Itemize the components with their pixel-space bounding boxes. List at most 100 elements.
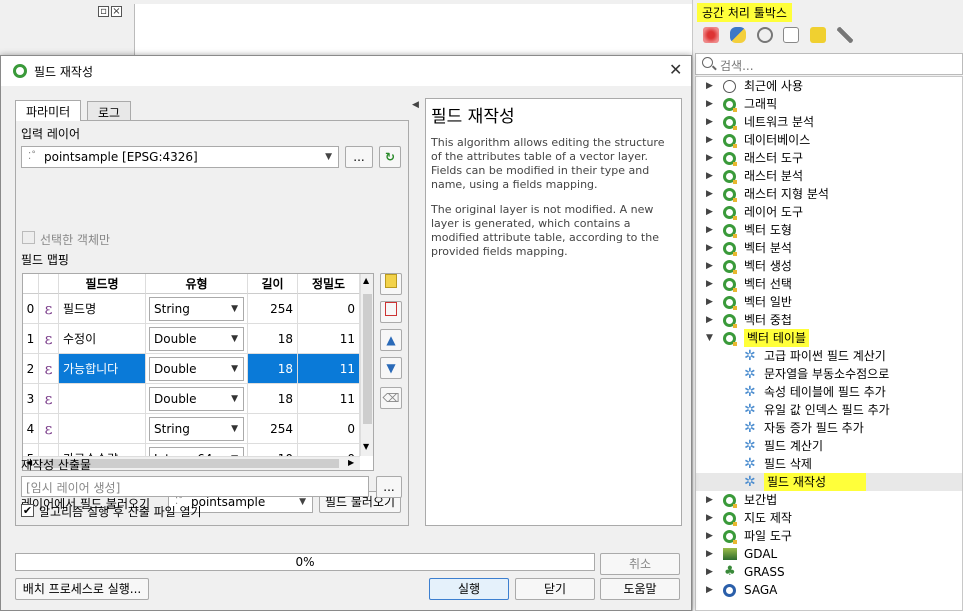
- reset-icon[interactable]: ⌫: [380, 387, 402, 409]
- field-type-combo[interactable]: String ▼: [149, 417, 244, 441]
- table-header[interactable]: 필드명: [59, 274, 146, 294]
- tree-algorithm[interactable]: ✲ 필드 삭제: [696, 455, 962, 473]
- field-type-combo[interactable]: String ▼: [149, 297, 244, 321]
- table-cell-type[interactable]: Double ▼: [146, 354, 248, 384]
- tree-algorithm[interactable]: ✲ 필드 계산기: [696, 437, 962, 455]
- table-cell-name[interactable]: [59, 414, 146, 444]
- tree-group[interactable]: ▶ 래스터 분석: [696, 167, 962, 185]
- table-cell-idx[interactable]: 2: [23, 354, 39, 384]
- table-cell-idx[interactable]: 3: [23, 384, 39, 414]
- table-cell-type[interactable]: Double ▼: [146, 384, 248, 414]
- tree-group[interactable]: ▶ 벡터 생성: [696, 257, 962, 275]
- table-header[interactable]: 정밀도: [298, 274, 360, 294]
- table-cell-expr[interactable]: ε: [39, 324, 59, 354]
- tree-algorithm[interactable]: ✲ 문자열을 부동소수점으로: [696, 365, 962, 383]
- tree-group[interactable]: ▶ 보간법: [696, 491, 962, 509]
- tree-group[interactable]: ▶ 벡터 중첩: [696, 311, 962, 329]
- close-button[interactable]: 닫기: [515, 578, 595, 600]
- models-icon[interactable]: [703, 27, 719, 43]
- table-cell-len[interactable]: 18: [248, 384, 298, 414]
- toolbox-search-input[interactable]: 검색...: [695, 53, 963, 75]
- tree-group[interactable]: ▶ 래스터 도구: [696, 149, 962, 167]
- tree-group-expanded[interactable]: ▼ 벡터 테이블: [696, 329, 962, 347]
- table-cell-type[interactable]: String ▼: [146, 294, 248, 324]
- table-cell-prec[interactable]: 11: [298, 354, 360, 384]
- output-browse-button[interactable]: ...: [376, 476, 402, 498]
- tree-group[interactable]: ▶ 레이어 도구: [696, 203, 962, 221]
- table-cell-expr[interactable]: ε: [39, 294, 59, 324]
- table-cell-type[interactable]: String ▼: [146, 414, 248, 444]
- results-icon[interactable]: [783, 27, 800, 43]
- table-cell-idx[interactable]: 4: [23, 414, 39, 444]
- tree-group[interactable]: ▶ 벡터 도형: [696, 221, 962, 239]
- table-cell-len[interactable]: 18: [248, 324, 298, 354]
- field-type-combo[interactable]: Double ▼: [149, 387, 244, 411]
- open-after-checkbox[interactable]: ✔: [21, 504, 34, 517]
- table-cell-idx[interactable]: 0: [23, 294, 39, 324]
- table-cell-idx[interactable]: 1: [23, 324, 39, 354]
- edit-features-icon[interactable]: [810, 27, 827, 43]
- table-cell-len[interactable]: 254: [248, 294, 298, 324]
- tree-group[interactable]: ▶ 벡터 선택: [696, 275, 962, 293]
- tree-group[interactable]: ▶ 지도 제작: [696, 509, 962, 527]
- table-cell-prec[interactable]: 0: [298, 294, 360, 324]
- tab-parameters[interactable]: 파라미터: [15, 100, 82, 121]
- input-layer-browse-button[interactable]: ...: [345, 146, 373, 168]
- table-cell-name[interactable]: 가능합니다: [59, 354, 146, 384]
- tree-group[interactable]: ▶ 벡터 분석: [696, 239, 962, 257]
- tree-group[interactable]: ▶ 파일 도구: [696, 527, 962, 545]
- table-header[interactable]: 유형: [146, 274, 248, 294]
- cancel-button[interactable]: 취소: [600, 553, 680, 575]
- tree-group[interactable]: ▶ 래스터 지형 분석: [696, 185, 962, 203]
- tree-group[interactable]: ▶ 데이터베이스: [696, 131, 962, 149]
- table-cell-len[interactable]: 254: [248, 414, 298, 444]
- input-layer-combo[interactable]: ⁚˚ pointsample [EPSG:4326] ▼: [21, 146, 339, 168]
- float-icon[interactable]: ▫: [98, 6, 109, 17]
- tree-provider[interactable]: ▶ GDAL: [696, 545, 962, 563]
- table-cell-len[interactable]: 18: [248, 354, 298, 384]
- scroll-up-icon[interactable]: ▲: [363, 276, 369, 285]
- delete-field-icon[interactable]: [380, 301, 402, 323]
- map-canvas[interactable]: [134, 4, 692, 56]
- table-cell-expr[interactable]: ε: [39, 414, 59, 444]
- tree-algorithm-selected[interactable]: ✲ 필드 재작성: [696, 473, 962, 491]
- table-cell-prec[interactable]: 11: [298, 384, 360, 414]
- field-type-combo[interactable]: Double ▼: [149, 327, 244, 351]
- output-field[interactable]: [임시 레이어 생성]: [21, 476, 369, 497]
- iterate-icon[interactable]: ↻: [379, 146, 401, 168]
- table-cell-name[interactable]: [59, 384, 146, 414]
- add-field-icon[interactable]: [380, 273, 402, 295]
- tree-algorithm[interactable]: ✲ 유일 값 인덱스 필드 추가: [696, 401, 962, 419]
- move-up-icon[interactable]: ▲: [380, 329, 402, 351]
- options-icon[interactable]: [837, 27, 854, 43]
- field-type-combo[interactable]: Double ▼: [149, 357, 244, 381]
- tree-algorithm[interactable]: ✲ 고급 파이썬 필드 계산기: [696, 347, 962, 365]
- close-icon[interactable]: ✕: [669, 60, 682, 79]
- tab-log[interactable]: 로그: [87, 101, 132, 121]
- tree-provider[interactable]: ▶ SAGA: [696, 581, 962, 599]
- table-header[interactable]: 길이: [248, 274, 298, 294]
- table-cell-type[interactable]: Double ▼: [146, 324, 248, 354]
- batch-process-button[interactable]: 배치 프로세스로 실행...: [15, 578, 149, 600]
- collapse-help-icon[interactable]: ◀: [412, 100, 419, 110]
- table-cell-expr[interactable]: ε: [39, 384, 59, 414]
- table-cell-name[interactable]: 필드명: [59, 294, 146, 324]
- tree-algorithm[interactable]: ✲ 자동 증가 필드 추가: [696, 419, 962, 437]
- selected-only-checkbox[interactable]: [22, 231, 35, 244]
- table-cell-expr[interactable]: ε: [39, 354, 59, 384]
- run-button[interactable]: 실행: [429, 578, 509, 600]
- python-icon[interactable]: [729, 27, 746, 43]
- table-cell-prec[interactable]: 0: [298, 414, 360, 444]
- table-cell-prec[interactable]: 11: [298, 324, 360, 354]
- tree-algorithm[interactable]: ✲ 속성 테이블에 필드 추가: [696, 383, 962, 401]
- tree-item-recent[interactable]: ▶ 최근에 사용: [696, 77, 962, 95]
- tree-group[interactable]: ▶ 그래픽: [696, 95, 962, 113]
- history-icon[interactable]: [756, 27, 773, 43]
- tree-group[interactable]: ▶ 네트워크 분석: [696, 113, 962, 131]
- scroll-down-icon[interactable]: ▼: [363, 442, 369, 451]
- tree-provider[interactable]: ▶ ♣ GRASS: [696, 563, 962, 581]
- tree-group[interactable]: ▶ 벡터 일반: [696, 293, 962, 311]
- help-button[interactable]: 도움말: [600, 578, 680, 600]
- close-icon[interactable]: ×: [111, 6, 122, 17]
- vertical-scrollbar[interactable]: ▲ ▼: [360, 274, 373, 456]
